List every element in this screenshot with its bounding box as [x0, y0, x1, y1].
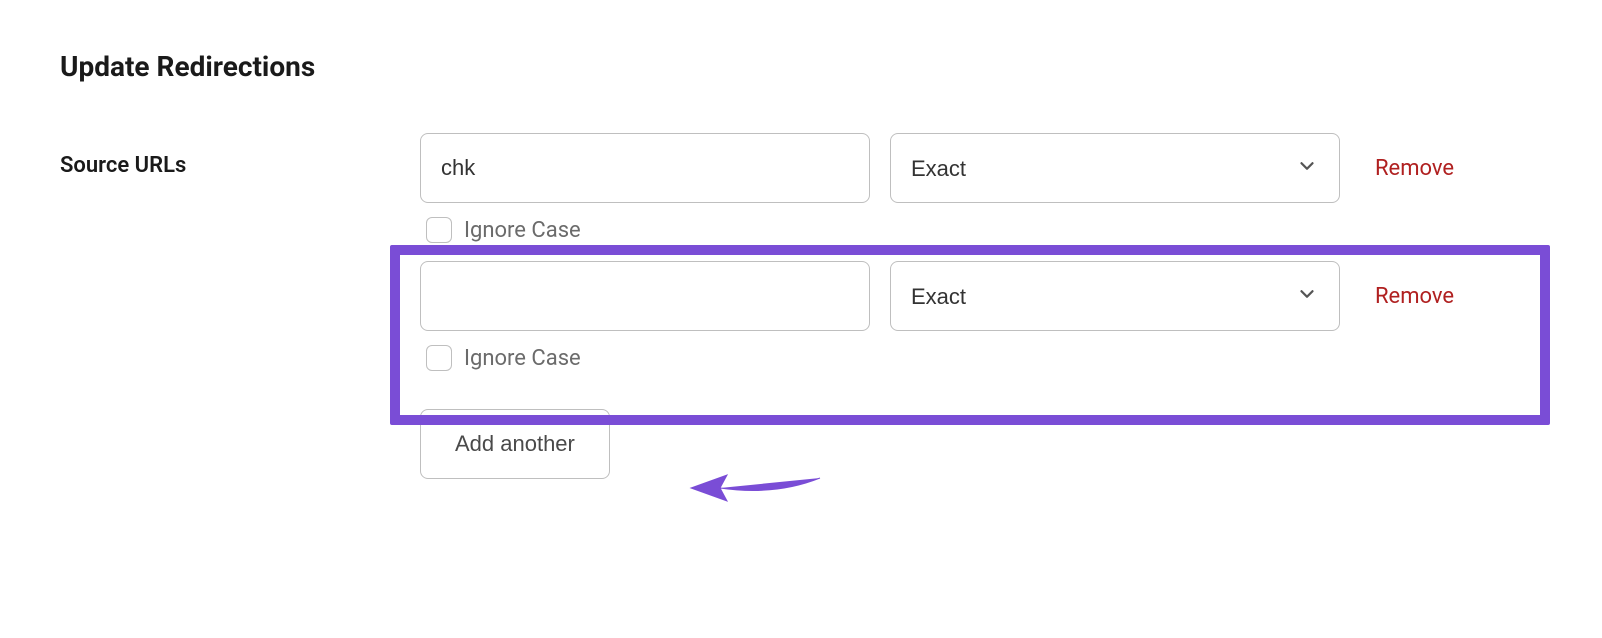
remove-link[interactable]: Remove: [1375, 156, 1454, 181]
match-select[interactable]: Exact: [890, 133, 1340, 203]
row-inputs: Exact Remove: [420, 261, 1542, 331]
source-url-input[interactable]: [420, 133, 870, 203]
ignore-case-label: Ignore Case: [464, 346, 581, 371]
ignore-case-label: Ignore Case: [464, 218, 581, 243]
add-another-button[interactable]: Add another: [420, 409, 610, 479]
annotation-arrow-icon: [685, 458, 825, 522]
ignore-case-checkbox[interactable]: [426, 345, 452, 371]
ignore-case-row: Ignore Case: [426, 217, 1542, 243]
rows-column: Exact Remove Ignore Case Exact: [420, 133, 1542, 479]
ignore-case-row: Ignore Case: [426, 345, 1542, 371]
row-inputs: Exact Remove: [420, 133, 1542, 203]
ignore-case-checkbox[interactable]: [426, 217, 452, 243]
source-url-input[interactable]: [420, 261, 870, 331]
match-select[interactable]: Exact: [890, 261, 1340, 331]
remove-link[interactable]: Remove: [1375, 284, 1454, 309]
page-title: Update Redirections: [60, 50, 1542, 83]
source-urls-section: Source URLs Exact Remove Ignore Case: [60, 133, 1542, 479]
url-row: Exact Remove Ignore Case: [420, 261, 1542, 371]
url-row: Exact Remove Ignore Case: [420, 133, 1542, 243]
source-urls-label: Source URLs: [60, 133, 420, 178]
match-select-wrap: Exact: [890, 261, 1340, 331]
match-select-wrap: Exact: [890, 133, 1340, 203]
